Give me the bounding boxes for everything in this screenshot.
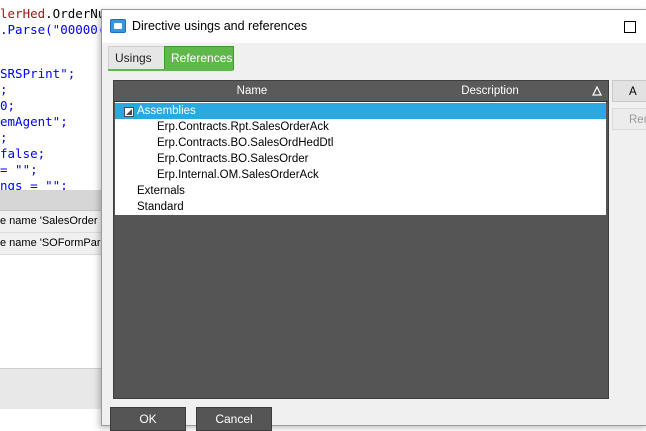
code-token: .OrderNu: [45, 6, 106, 21]
code-line: ;: [0, 130, 8, 145]
row-label: Erp.Contracts.BO.SalesOrder: [157, 153, 309, 165]
code-line: ;: [0, 82, 8, 97]
code-line: lerHed.OrderNu: [0, 6, 105, 21]
code-line: 0;: [0, 98, 15, 113]
directive-usings-dialog: Directive usings and references Usings R…: [101, 9, 646, 431]
code-token: lerHed: [0, 6, 46, 21]
code-token: SRSPrint";: [0, 66, 76, 81]
code-line: = "";: [0, 162, 38, 177]
maximize-icon[interactable]: [624, 21, 636, 33]
column-header-description[interactable]: Description: [390, 81, 590, 101]
row-label: Erp.Contracts.Rpt.SalesOrderAck: [157, 121, 329, 133]
tree-item-row[interactable]: Erp.Internal.OM.SalesOrderAck: [115, 167, 606, 183]
tab-underline: [108, 69, 233, 71]
app-window-icon: [110, 19, 126, 33]
code-line: SRSPrint";: [0, 66, 75, 81]
tree-item-row[interactable]: Erp.Contracts.BO.SalesOrder: [115, 151, 606, 167]
column-header-name[interactable]: Name: [114, 81, 390, 101]
row-label: Erp.Contracts.BO.SalesOrdHedDtl: [157, 137, 334, 149]
collapse-icon[interactable]: [124, 107, 134, 117]
code-token: emAgent";: [0, 114, 68, 129]
tree-item-row[interactable]: Erp.Contracts.BO.SalesOrdHedDtl: [115, 135, 606, 151]
title-bar[interactable]: Directive usings and references: [102, 10, 646, 43]
code-token: .Parse("00000(: [0, 22, 106, 37]
ok-button[interactable]: OK: [110, 407, 186, 431]
row-label: Assemblies: [137, 105, 196, 117]
tab-usings[interactable]: Usings: [108, 46, 166, 70]
cancel-button[interactable]: Cancel: [196, 407, 272, 431]
tree-item-row[interactable]: Erp.Contracts.Rpt.SalesOrderAck: [115, 119, 606, 135]
sort-triangle-icon[interactable]: [592, 85, 602, 97]
code-line: .Parse("00000(: [0, 22, 105, 37]
tab-references[interactable]: References: [164, 46, 234, 70]
row-label: Standard: [137, 201, 184, 213]
error-row[interactable]: e name 'SalesOrder: [0, 211, 106, 233]
code-token: 0;: [0, 98, 16, 113]
grid-body: Assemblies Erp.Contracts.Rpt.SalesOrderAc…: [115, 102, 606, 215]
remove-reference-button[interactable]: Rem: [612, 108, 646, 130]
code-line: emAgent";: [0, 114, 68, 129]
grid-header: Name Description: [114, 81, 608, 101]
add-reference-button[interactable]: A: [612, 80, 646, 102]
error-list-header: [0, 190, 106, 211]
dialog-title: Directive usings and references: [132, 19, 308, 33]
code-token: ;: [0, 130, 8, 145]
code-token: false;: [0, 146, 46, 161]
row-label: Externals: [137, 185, 185, 197]
row-label: Erp.Internal.OM.SalesOrderAck: [157, 169, 319, 181]
error-row-text: e name 'SalesOrder: [0, 215, 98, 227]
tree-group-row[interactable]: Externals: [115, 183, 606, 199]
code-token: ;: [0, 82, 8, 97]
code-token: = "";: [0, 162, 38, 177]
code-editor[interactable]: lerHed.OrderNu .Parse("00000(SRSPrint";; 0…: [0, 0, 106, 424]
error-row[interactable]: e name 'SOFormPar: [0, 233, 106, 255]
editor-bottom-panel: [0, 368, 106, 409]
error-row-text: e name 'SOFormPar: [0, 237, 101, 249]
tree-group-row[interactable]: Standard: [115, 199, 606, 215]
tree-group-row[interactable]: Assemblies: [115, 103, 606, 119]
code-line: false;: [0, 146, 45, 161]
references-grid[interactable]: Name Description Assemblies Erp.Contracts…: [113, 80, 609, 399]
